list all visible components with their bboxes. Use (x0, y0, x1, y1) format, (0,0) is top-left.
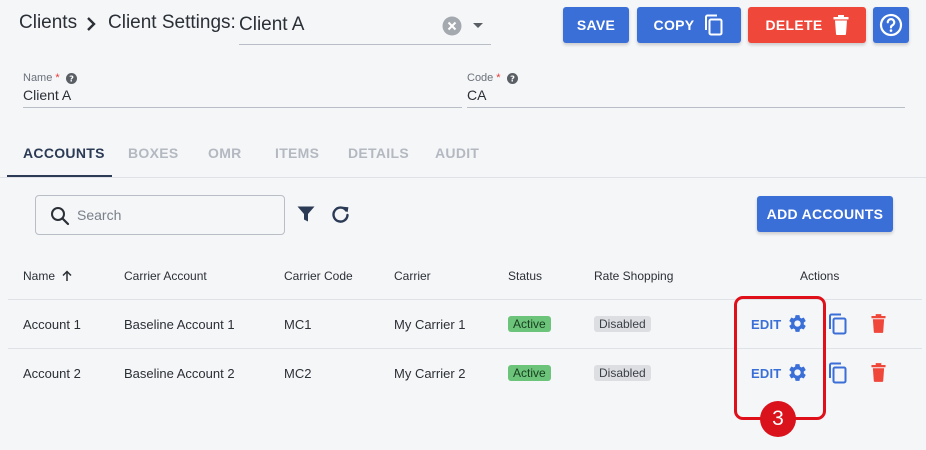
code-field-value: CA (467, 87, 487, 103)
cell-carrier-account: Baseline Account 2 (124, 366, 235, 381)
code-field[interactable]: Code * ? CA (467, 72, 905, 108)
save-button[interactable]: SAVE (563, 7, 629, 43)
copy-icon[interactable] (828, 313, 848, 335)
required-marker: * (496, 72, 501, 84)
copy-label: COPY (653, 17, 695, 33)
column-header-carrier-account[interactable]: Carrier Account (124, 269, 207, 283)
svg-text:?: ? (69, 73, 74, 83)
name-field-value: Client A (23, 87, 72, 103)
copy-button[interactable]: COPY (637, 7, 741, 43)
cell-carrier-code: MC1 (284, 317, 312, 332)
name-label-text: Name (23, 72, 53, 84)
tab-boxes[interactable]: BOXES (128, 145, 179, 161)
required-marker: * (55, 72, 60, 84)
tab-details[interactable]: DETAILS (348, 145, 409, 161)
copy-icon (705, 14, 723, 36)
code-label-text: Code (467, 72, 494, 84)
tab-divider (0, 177, 926, 178)
help-icon (879, 13, 903, 37)
filter-icon[interactable] (297, 206, 315, 223)
tab-audit[interactable]: AUDIT (435, 145, 479, 161)
client-select-value: Client A (239, 14, 305, 35)
chevron-right-icon (87, 17, 96, 31)
tab-omr[interactable]: OMR (208, 145, 242, 161)
column-header-actions: Actions (800, 269, 840, 283)
search-input[interactable] (77, 204, 277, 226)
rate-shopping-badge: Disabled (594, 316, 651, 332)
code-field-label: Code * ? (467, 72, 518, 84)
page-title: Client Settings: (108, 12, 236, 33)
cell-name: Account 1 (23, 317, 81, 332)
column-header-name[interactable]: Name (23, 269, 73, 283)
save-label: SAVE (576, 17, 616, 33)
svg-text:?: ? (510, 73, 515, 83)
arrow-up-icon (62, 270, 72, 281)
name-field-label: Name * ? (23, 72, 77, 84)
rate-shopping-badge: Disabled (594, 365, 651, 381)
help-icon[interactable]: ? (506, 72, 518, 84)
search-icon (51, 207, 70, 226)
delete-button[interactable]: DELETE (748, 7, 866, 43)
cell-name: Account 2 (23, 366, 81, 381)
column-header-rate-shopping[interactable]: Rate Shopping (594, 269, 673, 283)
client-select[interactable]: Client A (239, 5, 491, 45)
help-button[interactable] (873, 7, 909, 43)
clear-icon[interactable] (442, 16, 462, 36)
trash-icon (833, 15, 849, 35)
add-accounts-button[interactable]: ADD ACCOUNTS (757, 196, 893, 232)
trash-icon[interactable] (871, 314, 886, 333)
chevron-down-icon[interactable] (472, 22, 484, 30)
column-header-status[interactable]: Status (508, 269, 542, 283)
tab-active-indicator (7, 175, 112, 177)
tab-items[interactable]: ITEMS (275, 145, 319, 161)
refresh-icon[interactable] (331, 205, 350, 224)
status-badge: Active (508, 365, 551, 381)
cell-carrier-account: Baseline Account 1 (124, 317, 235, 332)
cell-carrier: My Carrier 2 (394, 366, 466, 381)
name-field[interactable]: Name * ? Client A (23, 72, 462, 108)
tab-accounts[interactable]: ACCOUNTS (23, 145, 105, 161)
column-header-carrier-code[interactable]: Carrier Code (284, 269, 353, 283)
status-badge: Active (508, 316, 551, 332)
column-header-name-label: Name (23, 269, 56, 283)
search-box[interactable] (35, 195, 285, 235)
help-icon[interactable]: ? (65, 72, 77, 84)
breadcrumb-clients[interactable]: Clients (19, 12, 77, 34)
add-accounts-label: ADD ACCOUNTS (766, 206, 884, 222)
step-number-badge: 3 (760, 401, 796, 437)
cell-carrier: My Carrier 1 (394, 317, 466, 332)
cell-carrier-code: MC2 (284, 366, 312, 381)
trash-icon[interactable] (871, 363, 886, 382)
column-header-carrier[interactable]: Carrier (394, 269, 431, 283)
delete-label: DELETE (765, 17, 823, 33)
copy-icon[interactable] (828, 362, 848, 384)
